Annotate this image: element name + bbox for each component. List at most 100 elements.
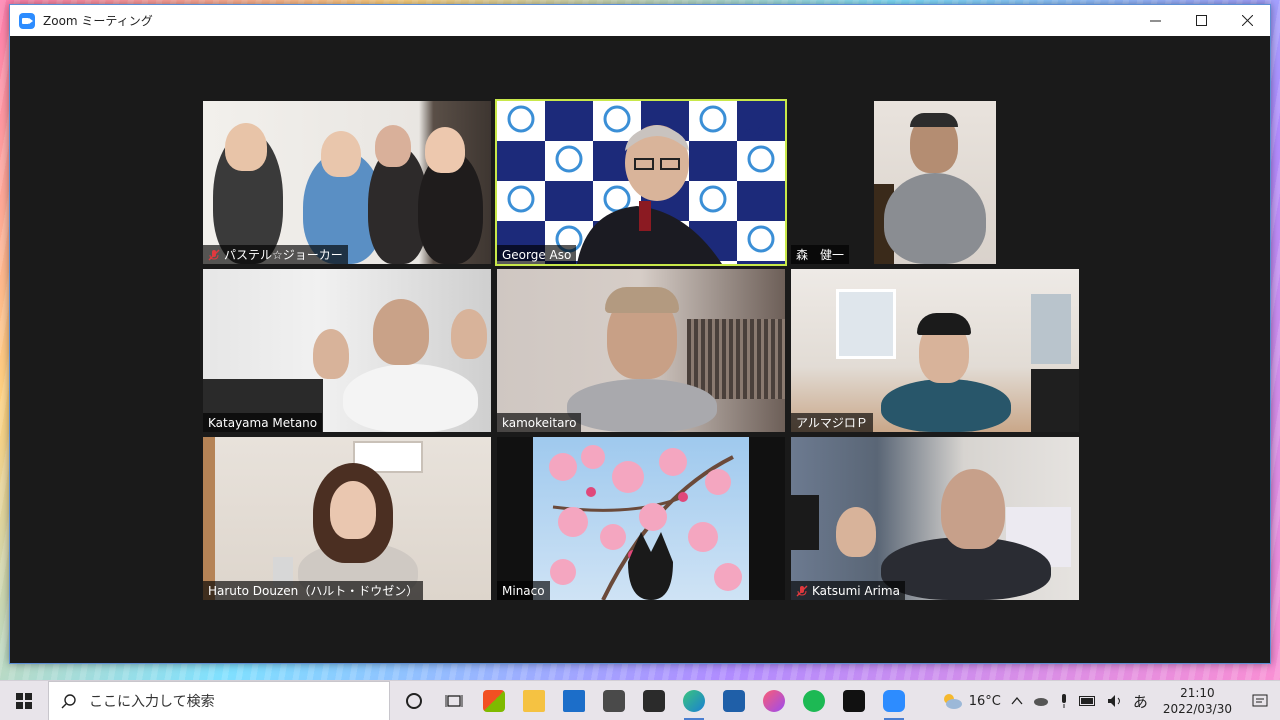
task-view-button[interactable] <box>434 681 474 720</box>
participant-name: kamokeitaro <box>502 415 577 430</box>
mpj-backdrop <box>497 101 785 264</box>
title-bar: Zoom ミーティング <box>10 5 1270 36</box>
video-tile-george-aso[interactable]: mPJ George Aso <box>495 99 787 266</box>
video-tile-armadillo-p[interactable]: アルマジロＰ <box>791 269 1079 432</box>
video-tile-kamokeitaro[interactable]: kamokeitaro <box>497 269 785 432</box>
participant-name-tag: パステル☆ジョーカー <box>203 245 348 264</box>
video-feed <box>203 437 491 600</box>
participant-name-tag: アルマジロＰ <box>791 413 873 432</box>
participant-name-tag: George Aso <box>497 245 577 264</box>
participant-name-tag: 森 健一 <box>791 245 850 264</box>
close-button[interactable] <box>1224 5 1270 36</box>
maximize-icon <box>1195 15 1207 26</box>
start-button[interactable] <box>0 681 48 720</box>
show-hidden-icons-button[interactable] <box>1006 695 1028 707</box>
participant-name: Katsumi Arima <box>812 583 900 598</box>
video-tile-katayama-metano[interactable]: Katayama Metano <box>203 269 491 432</box>
spotify-icon <box>803 689 825 712</box>
store-button[interactable] <box>474 681 514 720</box>
streamer-button[interactable] <box>834 681 874 720</box>
video-feed <box>203 101 491 264</box>
participant-name-tag: kamokeitaro <box>497 413 582 432</box>
mic-muted-icon <box>208 249 220 260</box>
video-feed <box>791 101 1079 264</box>
search-icon <box>61 693 76 708</box>
participant-name: Haruto Douzen（ハルト・ドウゼン） <box>208 584 419 598</box>
participant-name: Katayama Metano <box>208 415 318 430</box>
taskbar: ここに入力して検索 16°C あ 21:10 2022/03/30 <box>0 680 1280 720</box>
radio-button[interactable] <box>634 681 674 720</box>
volume-button[interactable] <box>1102 694 1128 708</box>
participant-name-tag: Katsumi Arima <box>791 581 905 600</box>
itunes-button[interactable] <box>754 681 794 720</box>
speaker-icon <box>1107 695 1120 707</box>
file-explorer-icon <box>523 689 545 712</box>
notification-icon <box>1252 694 1268 707</box>
video-feed: mPJ <box>497 101 785 264</box>
notifications-button[interactable] <box>1242 693 1280 709</box>
weather-widget[interactable]: 16°C <box>936 692 1006 710</box>
participant-name: パステル☆ジョーカー <box>224 248 343 262</box>
participant-name-tag: Haruto Douzen（ハルト・ドウゼン） <box>203 581 424 600</box>
participant-name-tag: Minaco <box>497 581 550 600</box>
zoom-app-icon <box>19 12 35 29</box>
close-icon <box>1241 15 1253 26</box>
remote-button[interactable] <box>714 681 754 720</box>
mpj-logo-text: mPJ <box>743 126 765 137</box>
system-tray: 16°C あ 21:10 2022/03/30 <box>936 681 1280 720</box>
microphone-tray-button[interactable] <box>1054 694 1074 708</box>
video-tile-mori-kenichi[interactable]: 森 健一 <box>791 101 1079 264</box>
edge-button[interactable] <box>674 681 714 720</box>
mail-button[interactable] <box>554 681 594 720</box>
edge-icon <box>683 689 705 712</box>
zoom-taskbar-button[interactable] <box>874 681 914 720</box>
minimize-icon <box>1149 20 1161 22</box>
clock-date: 2022/03/30 <box>1162 702 1232 716</box>
mail-icon <box>563 689 585 712</box>
zoom-window: Zoom ミーティング パステル☆ジョーカー mPJ George Aso 森 … <box>9 4 1271 664</box>
minimize-button[interactable] <box>1132 5 1178 36</box>
participant-name: Minaco <box>502 583 545 598</box>
mic-muted-icon <box>796 585 808 596</box>
remote-icon <box>723 689 745 712</box>
zoom-icon <box>883 689 905 712</box>
participant-name-tag: Katayama Metano <box>203 413 323 432</box>
video-tile-minaco[interactable]: Minaco <box>497 437 785 600</box>
chevron-up-icon <box>1011 696 1023 705</box>
app-button[interactable] <box>594 681 634 720</box>
video-tile-haruto-douzen[interactable]: Haruto Douzen（ハルト・ドウゼン） <box>203 437 491 600</box>
streamer-icon <box>843 689 865 712</box>
battery-button[interactable] <box>1074 696 1102 706</box>
cortana-icon <box>406 692 422 709</box>
video-feed <box>497 269 785 432</box>
participant-name: George Aso <box>502 247 572 262</box>
cherry-blossom-image <box>549 445 742 600</box>
onedrive-button[interactable] <box>1028 695 1054 707</box>
video-tile-katsumi-arima[interactable]: Katsumi Arima <box>791 437 1079 600</box>
window-title: Zoom ミーティング <box>43 14 153 28</box>
ime-indicator[interactable]: あ <box>1128 691 1153 712</box>
partly-cloudy-icon <box>943 694 962 709</box>
clock-time: 21:10 <box>1180 686 1215 700</box>
radio-icon <box>643 689 665 712</box>
video-feed <box>791 437 1079 600</box>
search-placeholder: ここに入力して検索 <box>89 693 215 710</box>
file-explorer-button[interactable] <box>514 681 554 720</box>
participant-name: アルマジロＰ <box>796 416 868 430</box>
clock[interactable]: 21:10 2022/03/30 <box>1153 685 1242 717</box>
spotify-button[interactable] <box>794 681 834 720</box>
maximize-button[interactable] <box>1178 5 1224 36</box>
task-view-icon <box>445 694 463 707</box>
cloud-icon <box>1033 698 1048 706</box>
cortana-button[interactable] <box>394 681 434 720</box>
store-icon <box>483 689 505 712</box>
video-feed <box>203 269 491 432</box>
window-controls <box>1132 5 1270 36</box>
gallery-view: パステル☆ジョーカー mPJ George Aso 森 健一 Katayama … <box>10 36 1270 663</box>
windows-logo-icon <box>16 692 32 709</box>
video-tile-pastel-joker[interactable]: パステル☆ジョーカー <box>203 101 491 264</box>
video-feed <box>497 437 785 600</box>
battery-icon <box>1078 696 1095 706</box>
taskbar-search-box[interactable]: ここに入力して検索 <box>48 680 390 720</box>
app-icon <box>603 689 625 712</box>
